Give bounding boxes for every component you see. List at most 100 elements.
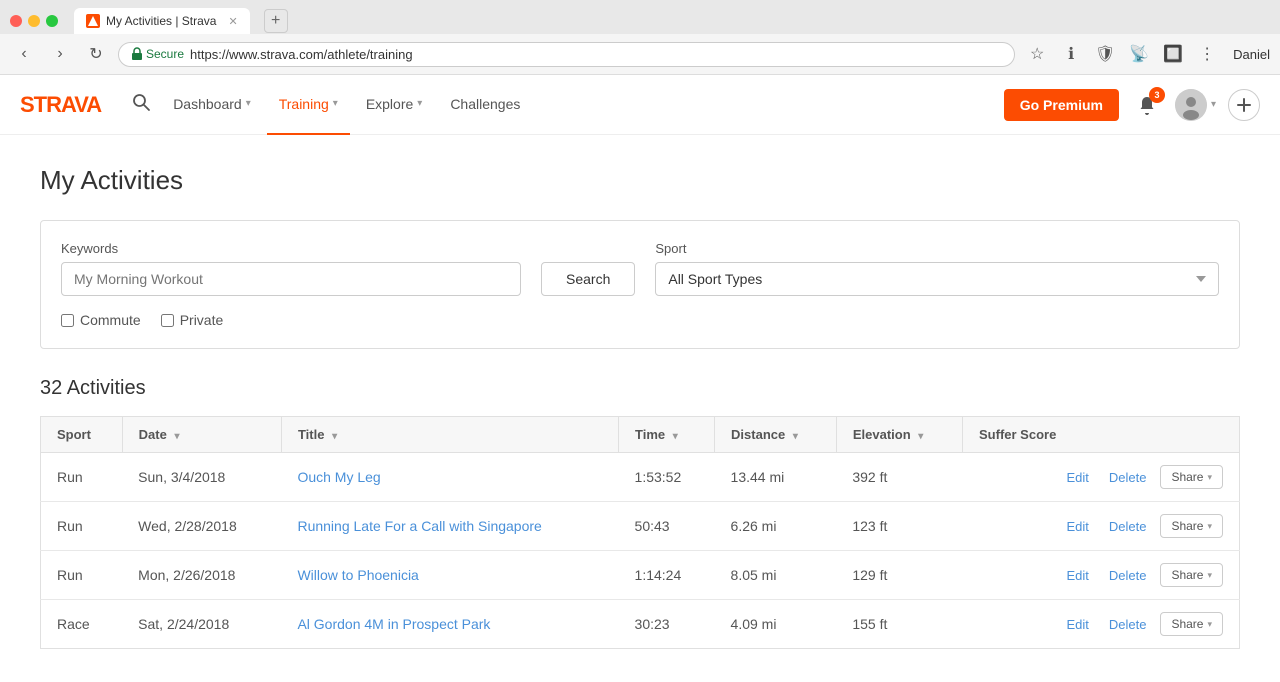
row-actions: Edit Delete Share ▾ (1018, 465, 1223, 489)
search-icon-button[interactable] (131, 92, 151, 117)
share-button[interactable]: Share ▾ (1160, 514, 1223, 538)
activity-link[interactable]: Al Gordon 4M in Prospect Park (297, 616, 490, 632)
table-row: Run Wed, 2/28/2018 Running Late For a Ca… (41, 502, 1240, 551)
url-display: https://www.strava.com/athlete/training (190, 47, 1002, 62)
cell-title: Willow to Phoenicia (281, 551, 618, 600)
refresh-button[interactable]: ↻ (82, 40, 110, 68)
col-title[interactable]: Title ▾ (281, 417, 618, 453)
cell-title: Running Late For a Call with Singapore (281, 502, 618, 551)
commute-checkbox-label[interactable]: Commute (61, 312, 141, 328)
row-actions: Edit Delete Share ▾ (1018, 514, 1223, 538)
distance-sort-icon: ▾ (793, 431, 798, 442)
tab-close-icon[interactable]: ✕ (228, 15, 237, 28)
forward-button[interactable]: › (46, 40, 74, 68)
commute-checkbox[interactable] (61, 314, 74, 327)
share-label: Share (1171, 519, 1203, 533)
go-premium-button[interactable]: Go Premium (1004, 89, 1119, 121)
table-row: Race Sat, 2/24/2018 Al Gordon 4M in Pros… (41, 600, 1240, 649)
activities-tbody: Run Sun, 3/4/2018 Ouch My Leg 1:53:52 13… (41, 453, 1240, 649)
notifications-button[interactable]: 3 (1131, 89, 1163, 121)
activity-link[interactable]: Ouch My Leg (297, 469, 380, 485)
shield-icon[interactable]: 🛡 (1091, 40, 1119, 68)
address-bar[interactable]: Secure https://www.strava.com/athlete/tr… (118, 42, 1015, 67)
delete-button[interactable]: Delete (1103, 466, 1153, 489)
col-elevation[interactable]: Elevation ▾ (836, 417, 962, 453)
info-icon[interactable]: ℹ (1057, 40, 1085, 68)
cell-elevation: 392 ft (836, 453, 962, 502)
secure-label: Secure (146, 47, 184, 61)
strava-logo[interactable]: STRAVA (20, 92, 101, 118)
keywords-group: Keywords (61, 241, 521, 296)
edit-button[interactable]: Edit (1060, 466, 1094, 489)
share-button[interactable]: Share ▾ (1160, 465, 1223, 489)
new-tab-button[interactable]: + (264, 9, 288, 33)
col-distance[interactable]: Distance ▾ (715, 417, 837, 453)
activities-count: 32 Activities (40, 377, 1240, 400)
browser-chrome: My Activities | Strava ✕ + ‹ › ↻ Secure … (0, 0, 1280, 75)
cell-actions: Edit Delete Share ▾ (1002, 600, 1240, 649)
cell-distance: 6.26 mi (715, 502, 837, 551)
extension-icon[interactable]: 🔲 (1159, 40, 1187, 68)
back-button[interactable]: ‹ (10, 40, 38, 68)
share-caret-icon: ▾ (1207, 521, 1212, 532)
cell-title: Al Gordon 4M in Prospect Park (281, 600, 618, 649)
share-button[interactable]: Share ▾ (1160, 563, 1223, 587)
private-checkbox[interactable] (161, 314, 174, 327)
filter-row: Keywords Search Sport All Sport Types Ru… (61, 241, 1219, 296)
share-caret-icon: ▾ (1207, 619, 1212, 630)
minimize-dot[interactable] (28, 15, 40, 27)
cell-date: Mon, 2/26/2018 (122, 551, 281, 600)
col-suffer-score: Suffer Score (963, 417, 1240, 453)
nav-challenges[interactable]: Challenges (438, 75, 532, 135)
edit-button[interactable]: Edit (1060, 515, 1094, 538)
secure-badge: Secure (131, 47, 184, 61)
filter-checkboxes: Commute Private (61, 312, 1219, 328)
add-activity-button[interactable] (1228, 89, 1260, 121)
activities-table: Sport Date ▾ Title ▾ Time ▾ Distance ▾ (40, 416, 1240, 649)
cell-date: Sun, 3/4/2018 (122, 453, 281, 502)
time-sort-icon: ▾ (673, 431, 678, 442)
delete-button[interactable]: Delete (1103, 515, 1153, 538)
close-dot[interactable] (10, 15, 22, 27)
activity-link[interactable]: Running Late For a Call with Singapore (297, 518, 541, 534)
cell-elevation: 155 ft (836, 600, 962, 649)
cast-icon[interactable]: 📡 (1125, 40, 1153, 68)
delete-button[interactable]: Delete (1103, 564, 1153, 587)
share-button[interactable]: Share ▾ (1160, 612, 1223, 636)
sport-select[interactable]: All Sport Types Run Ride Swim Walk Hike … (655, 262, 1219, 296)
activity-link[interactable]: Willow to Phoenicia (297, 567, 418, 583)
edit-button[interactable]: Edit (1060, 613, 1094, 636)
private-checkbox-label[interactable]: Private (161, 312, 224, 328)
share-label: Share (1171, 470, 1203, 484)
cell-time: 1:14:24 (619, 551, 715, 600)
header-right: Go Premium 3 ▾ (1004, 89, 1260, 121)
date-sort-icon: ▾ (174, 431, 179, 442)
nav-training[interactable]: Training ▾ (267, 75, 350, 135)
maximize-dot[interactable] (46, 15, 58, 27)
col-date[interactable]: Date ▾ (122, 417, 281, 453)
sport-group: Sport All Sport Types Run Ride Swim Walk… (655, 241, 1219, 296)
cell-suffer-score (963, 600, 1002, 649)
cell-time: 30:23 (619, 600, 715, 649)
nav-dashboard[interactable]: Dashboard ▾ (161, 75, 263, 135)
user-avatar-button[interactable]: ▾ (1175, 89, 1216, 121)
cell-suffer-score (963, 453, 1002, 502)
edit-button[interactable]: Edit (1060, 564, 1094, 587)
cell-actions: Edit Delete Share ▾ (1002, 551, 1240, 600)
keywords-input[interactable] (61, 262, 521, 296)
share-label: Share (1171, 568, 1203, 582)
cell-time: 1:53:52 (619, 453, 715, 502)
dashboard-caret: ▾ (246, 98, 251, 109)
browser-tab[interactable]: My Activities | Strava ✕ (74, 8, 250, 34)
delete-button[interactable]: Delete (1103, 613, 1153, 636)
col-time[interactable]: Time ▾ (619, 417, 715, 453)
nav-explore[interactable]: Explore ▾ (354, 75, 435, 135)
cell-elevation: 123 ft (836, 502, 962, 551)
share-caret-icon: ▾ (1207, 570, 1212, 581)
keywords-label: Keywords (61, 241, 521, 256)
menu-icon[interactable]: ⋮ (1193, 40, 1221, 68)
bookmark-icon[interactable]: ☆ (1023, 40, 1051, 68)
browser-nav-icons: ☆ ℹ 🛡 📡 🔲 ⋮ (1023, 40, 1221, 68)
cell-sport: Run (41, 551, 123, 600)
search-button[interactable]: Search (541, 262, 635, 296)
